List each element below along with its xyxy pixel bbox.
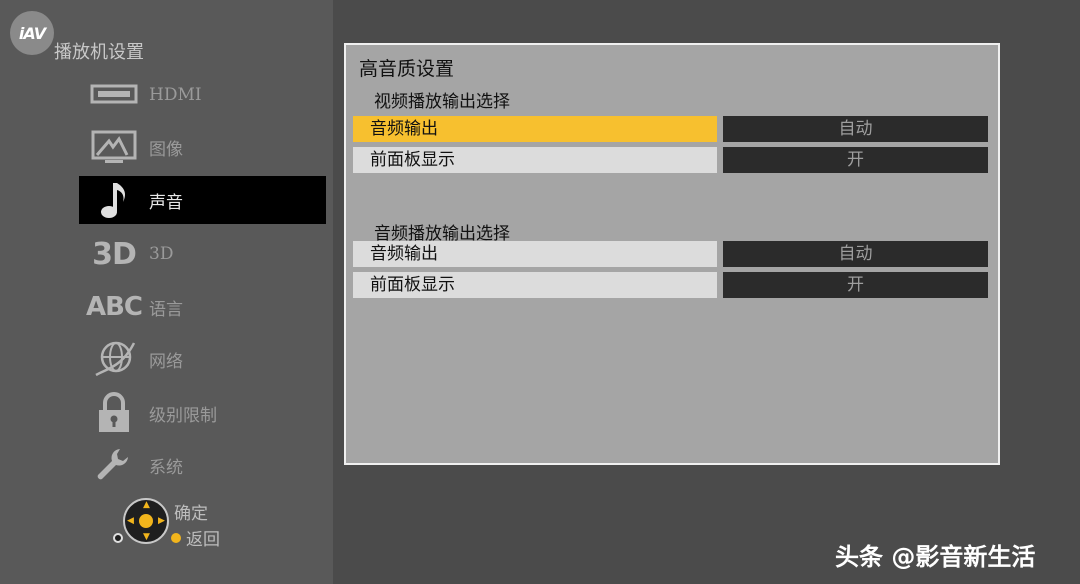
sidebar-item-label: 3D	[149, 244, 174, 264]
lock-icon	[79, 389, 149, 437]
confirm-hint: 确定	[174, 504, 208, 524]
back-dot-icon	[171, 533, 181, 543]
sidebar-item-3d[interactable]: 3D 3D	[79, 230, 326, 278]
abc-icon-text: ABC	[85, 292, 143, 322]
audio-output-label[interactable]: 音频输出	[353, 241, 717, 267]
remote-hint: ▲ ▼ ◀ ▶ 确定 返回	[110, 495, 240, 550]
abc-text-icon: ABC	[79, 283, 149, 331]
audio-output-value[interactable]: 自动	[723, 116, 988, 142]
sidebar-item-label: 级别限制	[149, 405, 217, 426]
watermark: 头条 @影音新生活	[835, 543, 1036, 571]
3d-text-icon: 3D	[79, 230, 149, 278]
sidebar-item-picture[interactable]: 图像	[79, 123, 326, 171]
front-panel-display-label[interactable]: 前面板显示	[353, 147, 717, 173]
sidebar-item-network[interactable]: 网络	[79, 335, 326, 383]
panel-title: 高音质设置	[359, 58, 455, 80]
monitor-icon	[79, 123, 149, 171]
logo-text: iAV	[18, 23, 46, 43]
front-panel-display-value[interactable]: 开	[723, 272, 988, 298]
sidebar-item-label: HDMI	[149, 85, 202, 105]
sidebar-item-label: 网络	[149, 351, 183, 372]
sidebar-item-system[interactable]: 系统	[79, 441, 326, 489]
sidebar-item-parental-lock[interactable]: 级别限制	[79, 389, 326, 437]
front-panel-display-value[interactable]: 开	[723, 147, 988, 173]
confirm-dot-icon	[113, 533, 123, 543]
sidebar-item-label: 系统	[149, 457, 183, 478]
sidebar-item-label: 语言	[149, 299, 183, 320]
back-hint: 返回	[186, 530, 220, 550]
sidebar-item-language[interactable]: ABC 语言	[79, 283, 326, 331]
high-quality-audio-panel: 高音质设置 视频播放输出选择 音频输出 自动 前面板显示 开 音频播放输出选择 …	[344, 43, 1000, 465]
front-panel-display-label[interactable]: 前面板显示	[353, 272, 717, 298]
iav-logo: iAV	[10, 11, 54, 55]
audio-output-label[interactable]: 音频输出	[353, 116, 717, 142]
globe-icon	[79, 335, 149, 383]
audio-output-value[interactable]: 自动	[723, 241, 988, 267]
hdmi-port-icon	[79, 71, 149, 119]
sidebar-item-hdmi[interactable]: HDMI	[79, 71, 326, 119]
sidebar-item-audio[interactable]: 声音	[79, 176, 326, 224]
dpad-icon: ▲ ▼ ◀ ▶	[123, 498, 169, 544]
wrench-icon	[79, 441, 149, 489]
settings-sidebar: iAV 播放机设置 HDMI 图像 声音 3D 3D ABC 语言 网络 级别限…	[0, 0, 333, 584]
sidebar-item-label: 图像	[149, 139, 183, 160]
sidebar-item-label: 声音	[149, 192, 183, 213]
3d-icon-text: 3D	[92, 236, 137, 272]
section-title-video: 视频播放输出选择	[374, 92, 510, 112]
sidebar-title: 播放机设置	[54, 42, 144, 63]
music-note-icon	[79, 176, 149, 224]
